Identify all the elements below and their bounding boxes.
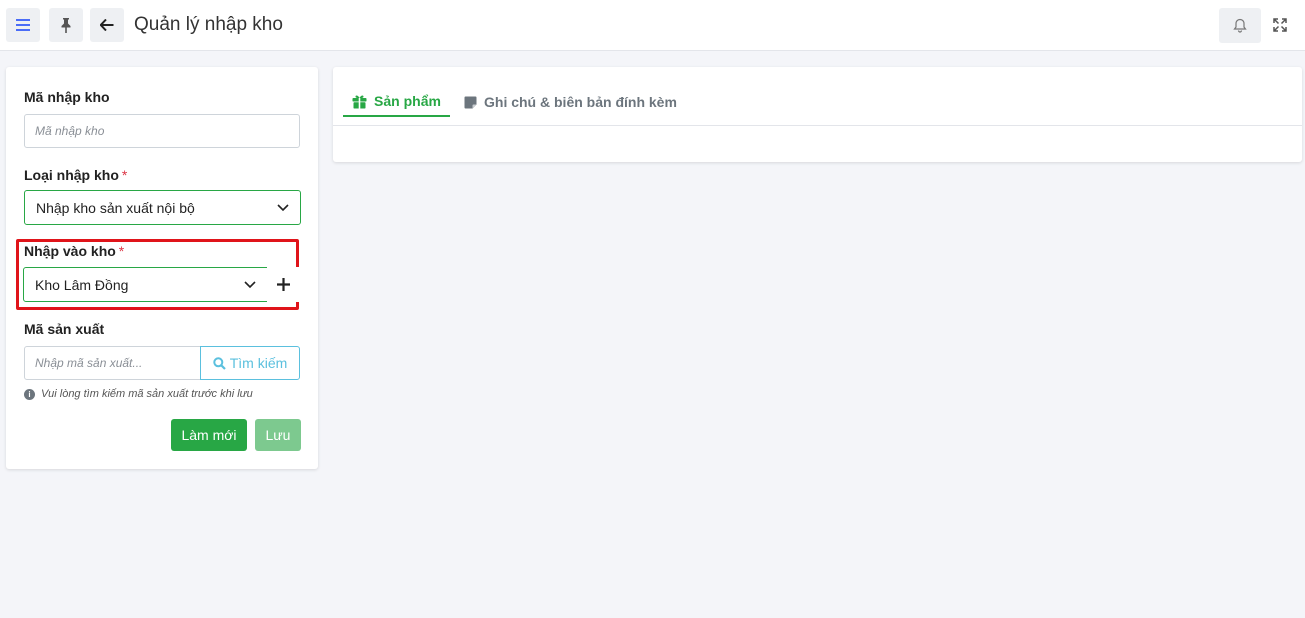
menu-button[interactable] — [6, 8, 40, 42]
fullscreen-button[interactable] — [1270, 15, 1290, 35]
save-button[interactable]: Lưu — [255, 419, 301, 451]
required-mark: * — [118, 243, 125, 259]
search-button[interactable]: Tìm kiếm — [200, 346, 300, 380]
tab-notes[interactable]: Ghi chú & biên bản đính kèm — [464, 87, 677, 117]
info-icon: i — [24, 388, 35, 400]
search-icon — [213, 356, 226, 370]
notification-button[interactable] — [1219, 8, 1261, 43]
add-warehouse-button[interactable] — [267, 267, 300, 302]
import-type-label-text: Loại nhập kho — [24, 167, 119, 183]
hamburger-icon — [16, 19, 30, 31]
sticky-note-icon — [464, 96, 477, 108]
reset-button[interactable]: Làm mới — [171, 419, 247, 451]
tab-notes-label: Ghi chú & biên bản đính kèm — [484, 94, 677, 110]
import-type-select[interactable]: Nhập kho sản xuất nội bộ — [24, 190, 301, 225]
warehouse-select[interactable]: Kho Lâm Đồng — [23, 267, 268, 302]
warehouse-value: Kho Lâm Đồng — [35, 276, 129, 293]
details-card: Sản phẩm Ghi chú & biên bản đính kèm — [333, 67, 1302, 162]
chevron-down-icon — [277, 203, 289, 211]
gift-icon — [352, 95, 367, 108]
search-hint: i Vui lòng tìm kiếm mã sản xuất trước kh… — [24, 388, 253, 400]
import-type-label: Loại nhập kho * — [24, 167, 127, 183]
warehouse-label-text: Nhập vào kho — [24, 243, 116, 259]
production-code-label: Mã sản xuất — [24, 321, 105, 337]
search-button-label: Tìm kiếm — [229, 355, 288, 371]
search-hint-text: Vui lòng tìm kiếm mã sản xuất trước khi … — [41, 388, 253, 400]
plus-icon — [277, 278, 290, 291]
top-bar: Quản lý nhập kho — [0, 0, 1305, 51]
pin-icon — [61, 17, 71, 33]
bell-icon — [1233, 18, 1247, 33]
import-code-input[interactable]: Mã nhập kho — [24, 114, 300, 148]
pin-button[interactable] — [49, 8, 83, 42]
production-code-input[interactable]: Nhập mã sản xuất... — [24, 346, 201, 380]
warehouse-label: Nhập vào kho * — [24, 243, 124, 259]
arrow-left-icon — [100, 19, 114, 31]
expand-icon — [1273, 18, 1287, 32]
tabs-divider — [333, 125, 1302, 126]
import-form-card: Mã nhập kho Mã nhập kho Loại nhập kho * N… — [6, 67, 318, 469]
tab-products-label: Sản phẩm — [374, 93, 441, 109]
back-button[interactable] — [90, 8, 124, 42]
import-type-value: Nhập kho sản xuất nội bộ — [36, 199, 195, 216]
chevron-down-icon — [244, 280, 256, 288]
import-code-placeholder: Mã nhập kho — [35, 124, 105, 138]
import-code-label: Mã nhập kho — [24, 89, 110, 105]
required-mark: * — [121, 167, 128, 183]
tab-products[interactable]: Sản phẩm — [343, 87, 450, 117]
production-code-placeholder: Nhập mã sản xuất... — [35, 356, 143, 370]
page-title: Quản lý nhập kho — [134, 14, 283, 35]
